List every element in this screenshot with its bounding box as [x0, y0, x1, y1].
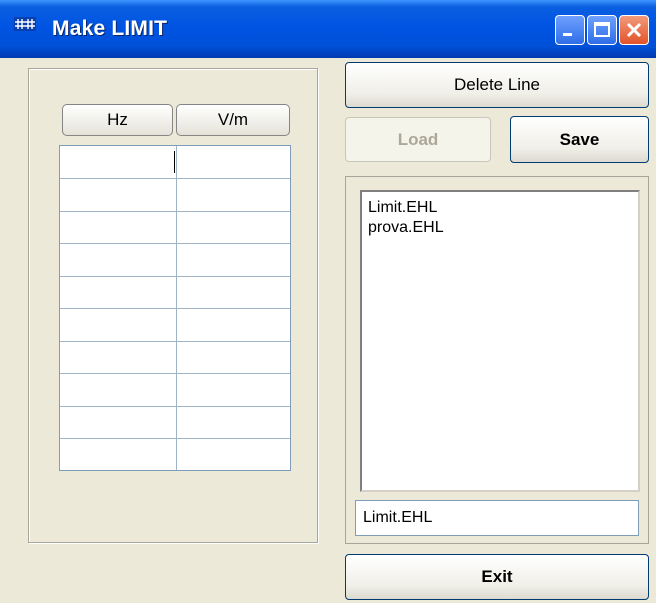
save-button[interactable]: Save — [510, 116, 649, 163]
title-bar[interactable]: Make LIMIT — [0, 0, 656, 58]
load-button[interactable]: Load — [345, 117, 491, 162]
filename-field[interactable]: Limit.EHL — [355, 500, 639, 536]
close-icon — [626, 22, 642, 38]
text-cursor — [174, 151, 175, 173]
grid-row-divider — [60, 243, 290, 244]
close-button[interactable] — [619, 15, 649, 45]
app-icon — [14, 17, 36, 31]
minimize-button[interactable] — [555, 15, 585, 45]
maximize-icon — [594, 22, 610, 37]
grid-row-divider — [60, 308, 290, 309]
window-title: Make LIMIT — [52, 17, 168, 40]
grid-row-divider — [60, 341, 290, 342]
list-item[interactable]: prova.EHL — [368, 218, 632, 238]
list-item[interactable]: Limit.EHL — [368, 198, 632, 218]
grid-row-divider — [60, 178, 290, 179]
grid-row-divider — [60, 276, 290, 277]
limit-data-grid[interactable] — [59, 145, 291, 471]
grid-row-divider — [60, 211, 290, 212]
file-list[interactable]: Limit.EHL prova.EHL — [360, 190, 640, 492]
grid-row-divider — [60, 438, 290, 439]
delete-line-button[interactable]: Delete Line — [345, 62, 649, 108]
column-header-hz[interactable]: Hz — [62, 104, 173, 136]
maximize-button[interactable] — [587, 15, 617, 45]
minimize-icon — [563, 33, 572, 36]
grid-row-divider — [60, 406, 290, 407]
grid-row-divider — [60, 373, 290, 374]
exit-button[interactable]: Exit — [345, 554, 649, 600]
column-header-vm[interactable]: V/m — [176, 104, 290, 136]
